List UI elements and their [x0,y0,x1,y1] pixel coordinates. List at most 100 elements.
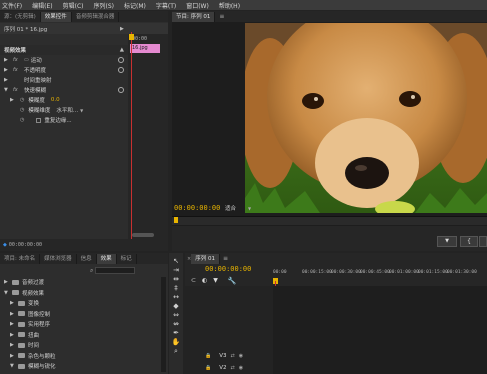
footer-timecode[interactable]: 00:00:00:00 [9,242,42,248]
insert-button[interactable]: { [460,236,478,247]
source-tab[interactable]: 效果控件 [40,11,72,22]
mini-playhead-handle[interactable] [129,34,134,40]
pen-tool-icon[interactable]: ✒ [171,329,181,338]
program-timecode[interactable]: 00:00:00:00 [174,204,220,212]
menu-item[interactable]: 序列(S) [94,1,115,10]
rate-stretch-tool-icon[interactable]: ↔ [171,293,181,302]
expand-open-icon[interactable]: ▼ [10,363,16,369]
clip-bar[interactable]: 16.jpg [130,44,160,53]
expand-closed-icon[interactable]: ▶ [4,67,10,73]
settings-wrench-icon[interactable]: 🔧 [228,277,237,285]
menu-item[interactable]: 帮助(H) [219,1,240,10]
program-playhead-marker[interactable] [174,217,178,223]
effects-scrollbar[interactable] [161,277,166,372]
sync-lock-icon[interactable]: ⇄ [231,365,235,371]
effects-folder-item[interactable]: ▼ 模糊与锐化 [0,361,160,372]
effects-folder-item[interactable]: ▶ 音频过渡 [0,277,160,288]
menu-item[interactable]: 标记(M) [124,1,146,10]
menu-item[interactable]: 窗口(W) [186,1,209,10]
fit-dropdown[interactable]: 适合 ▼ [225,204,265,213]
menu-item[interactable]: 剪辑(C) [63,1,84,10]
section-collapse-icon[interactable]: ▲ [120,47,124,53]
fx-toggle-icon[interactable]: fx [13,67,21,73]
effect-row[interactable]: ▶ 时间重映射 [0,75,128,85]
tab-sequence[interactable]: 序列 01 [191,253,220,264]
expand-closed-icon[interactable]: ▶ [10,353,16,359]
expand-closed-icon[interactable]: ▶ [10,332,16,338]
dropdown-arrow-icon[interactable]: ▼ [80,108,83,113]
snap-icon[interactable]: ⊂ [191,277,196,284]
expand-open-icon[interactable]: ▼ [4,87,10,93]
project-tab[interactable]: 信息 [77,253,97,264]
export-frame-button[interactable]: ▼ [437,236,457,247]
search-icon[interactable]: ⌕ [90,267,93,275]
expand-closed-icon[interactable]: ▶ [10,300,16,306]
rolling-edit-tool-icon[interactable]: ‡ [171,284,181,293]
razor-tool-icon[interactable]: ◆ [171,302,181,311]
parameter-value[interactable]: 0.0 [51,97,60,103]
checkbox[interactable] [36,117,42,123]
reset-icon[interactable] [118,67,124,73]
expand-closed-icon[interactable]: ▶ [4,77,10,83]
track-label[interactable]: V2 [219,365,226,371]
effects-folder-item[interactable]: ▶ 时间 [0,340,160,351]
ripple-edit-tool-icon[interactable]: ⇹ [171,275,181,284]
reset-icon[interactable] [118,87,124,93]
menu-item[interactable]: 编辑(E) [32,1,52,10]
effect-row[interactable]: ▶ fx 不透明度 [0,65,128,75]
track-label[interactable]: V3 [219,353,226,359]
fx-toggle-icon[interactable]: fx [13,57,21,63]
sync-lock-icon[interactable]: ⇄ [231,353,235,359]
project-tab[interactable]: 效果 [96,253,117,264]
overwrite-button[interactable] [479,236,487,247]
expand-open-icon[interactable]: ▼ [4,290,10,296]
effect-row[interactable]: ▶ fx ▭ 运动 [0,55,128,65]
effect-row[interactable]: ▼ fx 快速模糊 [0,85,128,95]
lock-icon[interactable]: 🔒 [205,353,211,359]
program-tab-menu-icon[interactable]: ≡ [219,13,224,20]
stopwatch-icon[interactable]: ◷ [20,117,24,123]
linked-selection-icon[interactable]: ◐ [202,277,207,284]
effects-folder-item[interactable]: ▶ 变换 [0,298,160,309]
stopwatch-icon[interactable]: ◷ [20,97,24,103]
timeline-ruler[interactable]: 00:00 00:00:15:00 00:00:30:00 00:00:45:00 00… [273,267,487,285]
source-tab[interactable]: 源：(无剪辑) [0,11,41,22]
mini-playhead[interactable] [131,32,132,247]
zoom-tool-icon[interactable]: ⌕ [171,347,181,356]
project-tab[interactable]: 标记 [117,253,137,264]
stopwatch-icon[interactable]: ◷ [20,107,24,113]
expand-closed-icon[interactable]: ▶ [10,311,16,317]
slip-tool-icon[interactable]: ⇔ [171,311,181,320]
track-select-tool-icon[interactable]: ⇥ [171,266,181,275]
eye-icon[interactable]: ◉ [239,353,243,359]
effects-folder-item[interactable]: ▼ 视频效果 [0,288,160,299]
source-tab[interactable]: 音频剪辑混合器 [72,11,120,22]
play-toggle-icon[interactable]: ▶ [120,26,124,32]
selection-tool-icon[interactable]: ↖ [171,257,181,266]
fx-toggle-icon[interactable]: fx [13,87,21,93]
search-input[interactable] [95,267,136,274]
expand-closed-icon[interactable]: ▶ [4,57,10,63]
hand-tool-icon[interactable]: ✋ [171,338,181,347]
mini-scrollbar[interactable] [132,233,154,237]
menu-item[interactable]: 文件(F) [2,1,22,10]
parameter-value[interactable]: 水平和... [56,106,78,114]
expand-closed-icon[interactable]: ▶ [10,342,16,348]
effects-folder-item[interactable]: ▶ 杂色与颗粒 [0,351,160,362]
effects-folder-item[interactable]: ▶ 扭曲 [0,330,160,341]
effects-folder-item[interactable]: ▶ 实用程序 [0,319,160,330]
expand-closed-icon[interactable]: ▶ [10,321,16,327]
project-tab[interactable]: 项目: 未命名 [0,253,41,264]
tab-program[interactable]: 节目: 序列 01 [172,11,216,22]
expand-closed-icon[interactable]: ▶ [10,97,16,103]
project-tab[interactable]: 媒体浏览器 [40,253,77,264]
reset-icon[interactable] [118,57,124,63]
menu-item[interactable]: 字幕(T) [156,1,176,10]
lock-icon[interactable]: 🔒 [205,365,211,371]
effects-folder-item[interactable]: ▶ 图像控制 [0,309,160,320]
expand-closed-icon[interactable]: ▶ [4,279,10,285]
timeline-timecode[interactable]: 00:00:00:00 [205,265,251,273]
timeline-tab-menu-icon[interactable]: ≡ [223,255,228,262]
slide-tool-icon[interactable]: ⇎ [171,320,181,329]
add-marker-icon[interactable]: ▼ [213,277,218,284]
